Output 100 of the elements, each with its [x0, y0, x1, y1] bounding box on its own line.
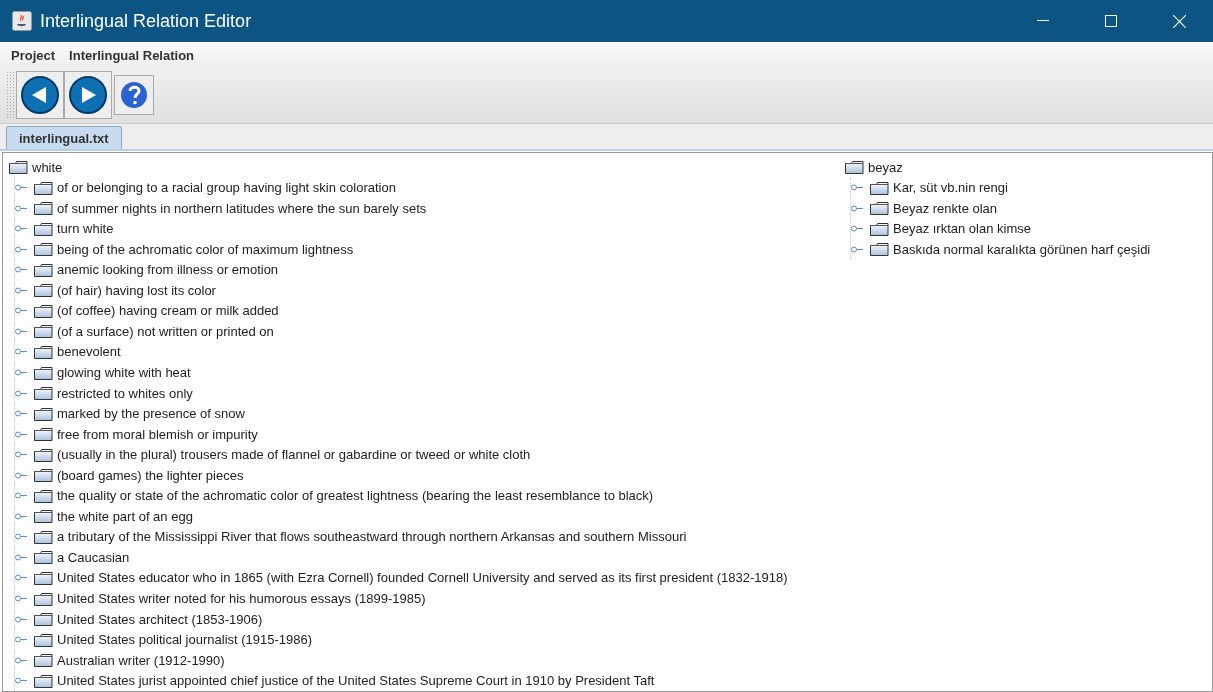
tree-node-label[interactable]: benevolent [57, 344, 121, 360]
folder-icon [34, 468, 53, 483]
folder-icon [9, 160, 28, 175]
folder-icon [870, 221, 889, 236]
collapsed-handle-icon[interactable] [15, 430, 27, 438]
app-icon [12, 11, 32, 31]
folder-icon [34, 427, 53, 442]
collapsed-handle-icon[interactable] [15, 245, 27, 253]
tree-node-label[interactable]: Beyaz renkte olan [893, 200, 998, 216]
folder-icon [34, 283, 53, 298]
tree-node-label[interactable]: glowing white with heat [57, 365, 191, 380]
tree-node-label[interactable]: anemic looking from illness or emotion [57, 262, 279, 278]
back-button[interactable] [16, 71, 64, 119]
collapsed-handle-icon[interactable] [15, 574, 27, 582]
folder-icon [34, 550, 53, 565]
minimize-icon [1037, 20, 1049, 22]
collapsed-handle-icon[interactable] [15, 204, 27, 212]
tree-node-label[interactable]: United States political journalist (1915-1986) [57, 632, 313, 648]
folder-icon [870, 201, 889, 216]
folder-icon [870, 180, 889, 195]
collapsed-handle-icon[interactable] [15, 553, 27, 561]
collapsed-handle-icon[interactable] [15, 389, 27, 397]
collapsed-handle-icon[interactable] [15, 636, 27, 644]
folder-icon [34, 242, 53, 257]
tree-node-label[interactable]: (of hair) having lost its color [57, 282, 216, 298]
back-icon [21, 76, 59, 114]
collapsed-handle-icon[interactable] [851, 225, 863, 233]
collapsed-handle-icon[interactable] [15, 266, 27, 274]
tree-node-label[interactable]: Australian writer (1912-1990) [57, 652, 225, 668]
tree-node-label[interactable]: of or belonging to a racial group having light skin coloration [57, 180, 396, 196]
window-title: Interlingual Relation Editor [40, 10, 253, 32]
collapsed-handle-icon[interactable] [15, 307, 27, 315]
collapsed-handle-icon[interactable] [15, 327, 27, 335]
tree-node-label[interactable]: a tributary of the Mississippi River that flows southeastward through northern Arkansas and southern Missouri [57, 529, 687, 545]
folder-icon [34, 386, 53, 401]
folder-icon [34, 529, 53, 544]
tree-node-label[interactable]: (usually in the plural) trousers made of flannel or gabardine or tweed or white cloth [57, 447, 531, 463]
folder-icon [34, 673, 53, 688]
folder-icon [34, 221, 53, 236]
tree-node-label[interactable]: United States architect (1853-1906) [57, 611, 263, 627]
collapsed-handle-icon[interactable] [15, 451, 27, 459]
folder-icon [34, 365, 53, 380]
tree-node-label[interactable]: (board games) the lighter pieces [57, 467, 244, 483]
tab[interactable]: interlingual.txt [6, 126, 122, 149]
menu-item[interactable]: Project [4, 47, 63, 63]
folder-icon [34, 591, 53, 606]
collapsed-handle-icon[interactable] [15, 348, 27, 356]
folder-icon [870, 242, 889, 257]
tree-node-label[interactable]: United States jurist appointed chief justice of the United States Supreme Court in 1910 by President Taft [57, 673, 655, 689]
tree-node-label[interactable]: (of coffee) having cream or milk added [57, 303, 279, 319]
collapsed-handle-icon[interactable] [15, 533, 27, 541]
tree-node-label[interactable]: free from moral blemish or impurity [57, 426, 258, 442]
collapsed-handle-icon[interactable] [15, 677, 27, 685]
collapsed-handle-icon[interactable] [15, 512, 27, 520]
collapsed-handle-icon[interactable] [851, 184, 863, 192]
folder-icon [34, 632, 53, 647]
folder-icon [34, 303, 53, 318]
collapsed-handle-icon[interactable] [15, 369, 27, 376]
collapsed-handle-icon[interactable] [15, 184, 27, 192]
folder-icon [34, 653, 53, 668]
help-button[interactable] [114, 75, 154, 115]
collapsed-handle-icon[interactable] [851, 245, 863, 253]
tree-node-label[interactable]: Beyaz ırktan olan kimse [893, 221, 1031, 237]
tree-node-label[interactable]: the white part of an egg [57, 508, 193, 524]
maximize-icon [1105, 15, 1117, 27]
folder-icon [34, 180, 53, 195]
collapsed-handle-icon[interactable] [15, 492, 27, 500]
tree-node-label[interactable]: (of a surface) not written or printed on [57, 323, 274, 339]
collapsed-handle-icon[interactable] [15, 615, 27, 623]
collapsed-handle-icon[interactable] [15, 286, 27, 294]
collapsed-handle-icon[interactable] [15, 225, 27, 233]
collapsed-handle-icon[interactable] [15, 595, 27, 603]
folder-icon [34, 262, 53, 277]
tree-node-label[interactable]: turn white [57, 221, 114, 237]
tree-node-label[interactable]: the quality or state of the achromatic color of greatest lightness (bearing the least resemblance to black) [57, 488, 654, 504]
close-icon [1172, 14, 1186, 28]
tree-node-label[interactable]: white [32, 159, 63, 175]
folder-icon [34, 447, 53, 462]
folder-icon [34, 344, 53, 359]
collapsed-handle-icon[interactable] [851, 204, 863, 212]
tree-node-label[interactable]: Baskıda normal karalıkta görünen harf çeşidi [893, 241, 1151, 257]
collapsed-handle-icon[interactable] [15, 410, 27, 418]
tree-node-label[interactable]: a Caucasian [57, 549, 130, 565]
forward-button[interactable] [64, 71, 112, 119]
folder-icon [34, 509, 53, 524]
menu-item[interactable]: Interlingual Relation [62, 47, 202, 63]
folder-icon [34, 201, 53, 216]
collapsed-handle-icon[interactable] [15, 471, 27, 479]
tree-node-label[interactable]: United States educator who in 1865 (with Ezra Cornell) founded Cornell University and served as its first president (1832-1918) [57, 570, 788, 586]
tree-node-label[interactable]: restricted to whites only [57, 385, 193, 401]
folder-icon [34, 488, 53, 503]
collapsed-handle-icon[interactable] [15, 656, 27, 664]
tree-node-label[interactable]: Kar, süt vb.nin rengi [893, 180, 1008, 196]
tree-node-label[interactable]: of summer nights in northern latitudes where the sun barely sets [57, 200, 427, 216]
tree-node-label[interactable]: marked by the presence of snow [57, 406, 245, 422]
tree-node-label[interactable]: being of the achromatic color of maximum lightness [57, 241, 354, 257]
tree-node-label[interactable]: beyaz [868, 159, 903, 175]
folder-icon [34, 612, 53, 627]
tree-node-label[interactable]: United States writer noted for his humorous essays (1899-1985) [57, 591, 426, 607]
folder-icon [34, 571, 53, 585]
